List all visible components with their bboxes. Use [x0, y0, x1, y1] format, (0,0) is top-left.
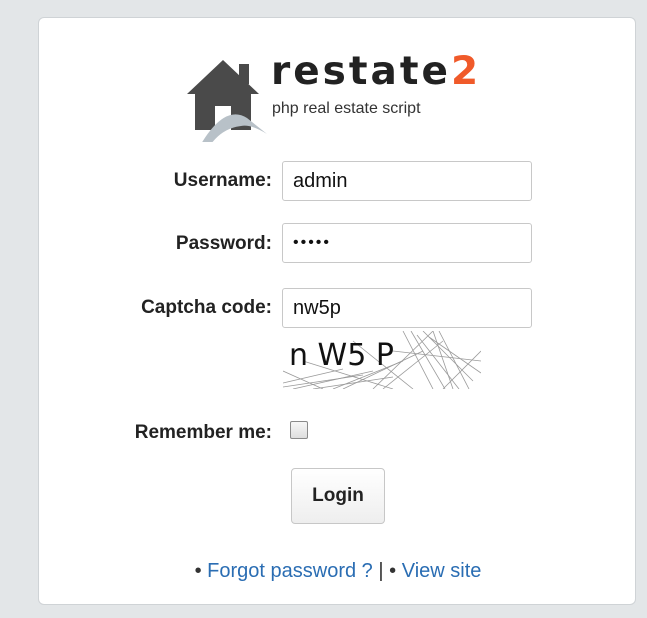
logo-subtitle: php real estate script — [272, 100, 421, 117]
captcha-text: n W5 P — [289, 338, 394, 373]
captcha-label: Captcha code: — [141, 297, 272, 318]
password-label: Password: — [175, 233, 272, 254]
password-field[interactable] — [282, 223, 532, 263]
house-logo-icon — [187, 60, 267, 142]
remember-me-checkbox[interactable] — [290, 421, 308, 439]
login-panel: restate2 php real estate script Username… — [38, 17, 636, 605]
username-label: Username: — [173, 170, 272, 191]
logo-title: restate2 — [271, 50, 481, 94]
remember-me-label: Remember me: — [134, 422, 272, 443]
logo-title-accent: 2 — [450, 49, 482, 94]
view-site-link[interactable]: View site — [402, 560, 482, 582]
logo: restate2 php real estate script — [181, 48, 481, 148]
logo-title-main: restate — [271, 49, 451, 94]
captcha-image: n W5 P — [283, 331, 481, 389]
separator: | — [378, 560, 384, 582]
forgot-password-link[interactable]: Forgot password ? — [207, 560, 373, 582]
username-field[interactable] — [282, 161, 532, 201]
footer-links: • Forgot password ? | • View site — [39, 560, 637, 583]
login-button[interactable]: Login — [291, 468, 385, 524]
captcha-field[interactable] — [282, 288, 532, 328]
bullet: • — [194, 560, 202, 582]
bullet: • — [389, 560, 397, 582]
